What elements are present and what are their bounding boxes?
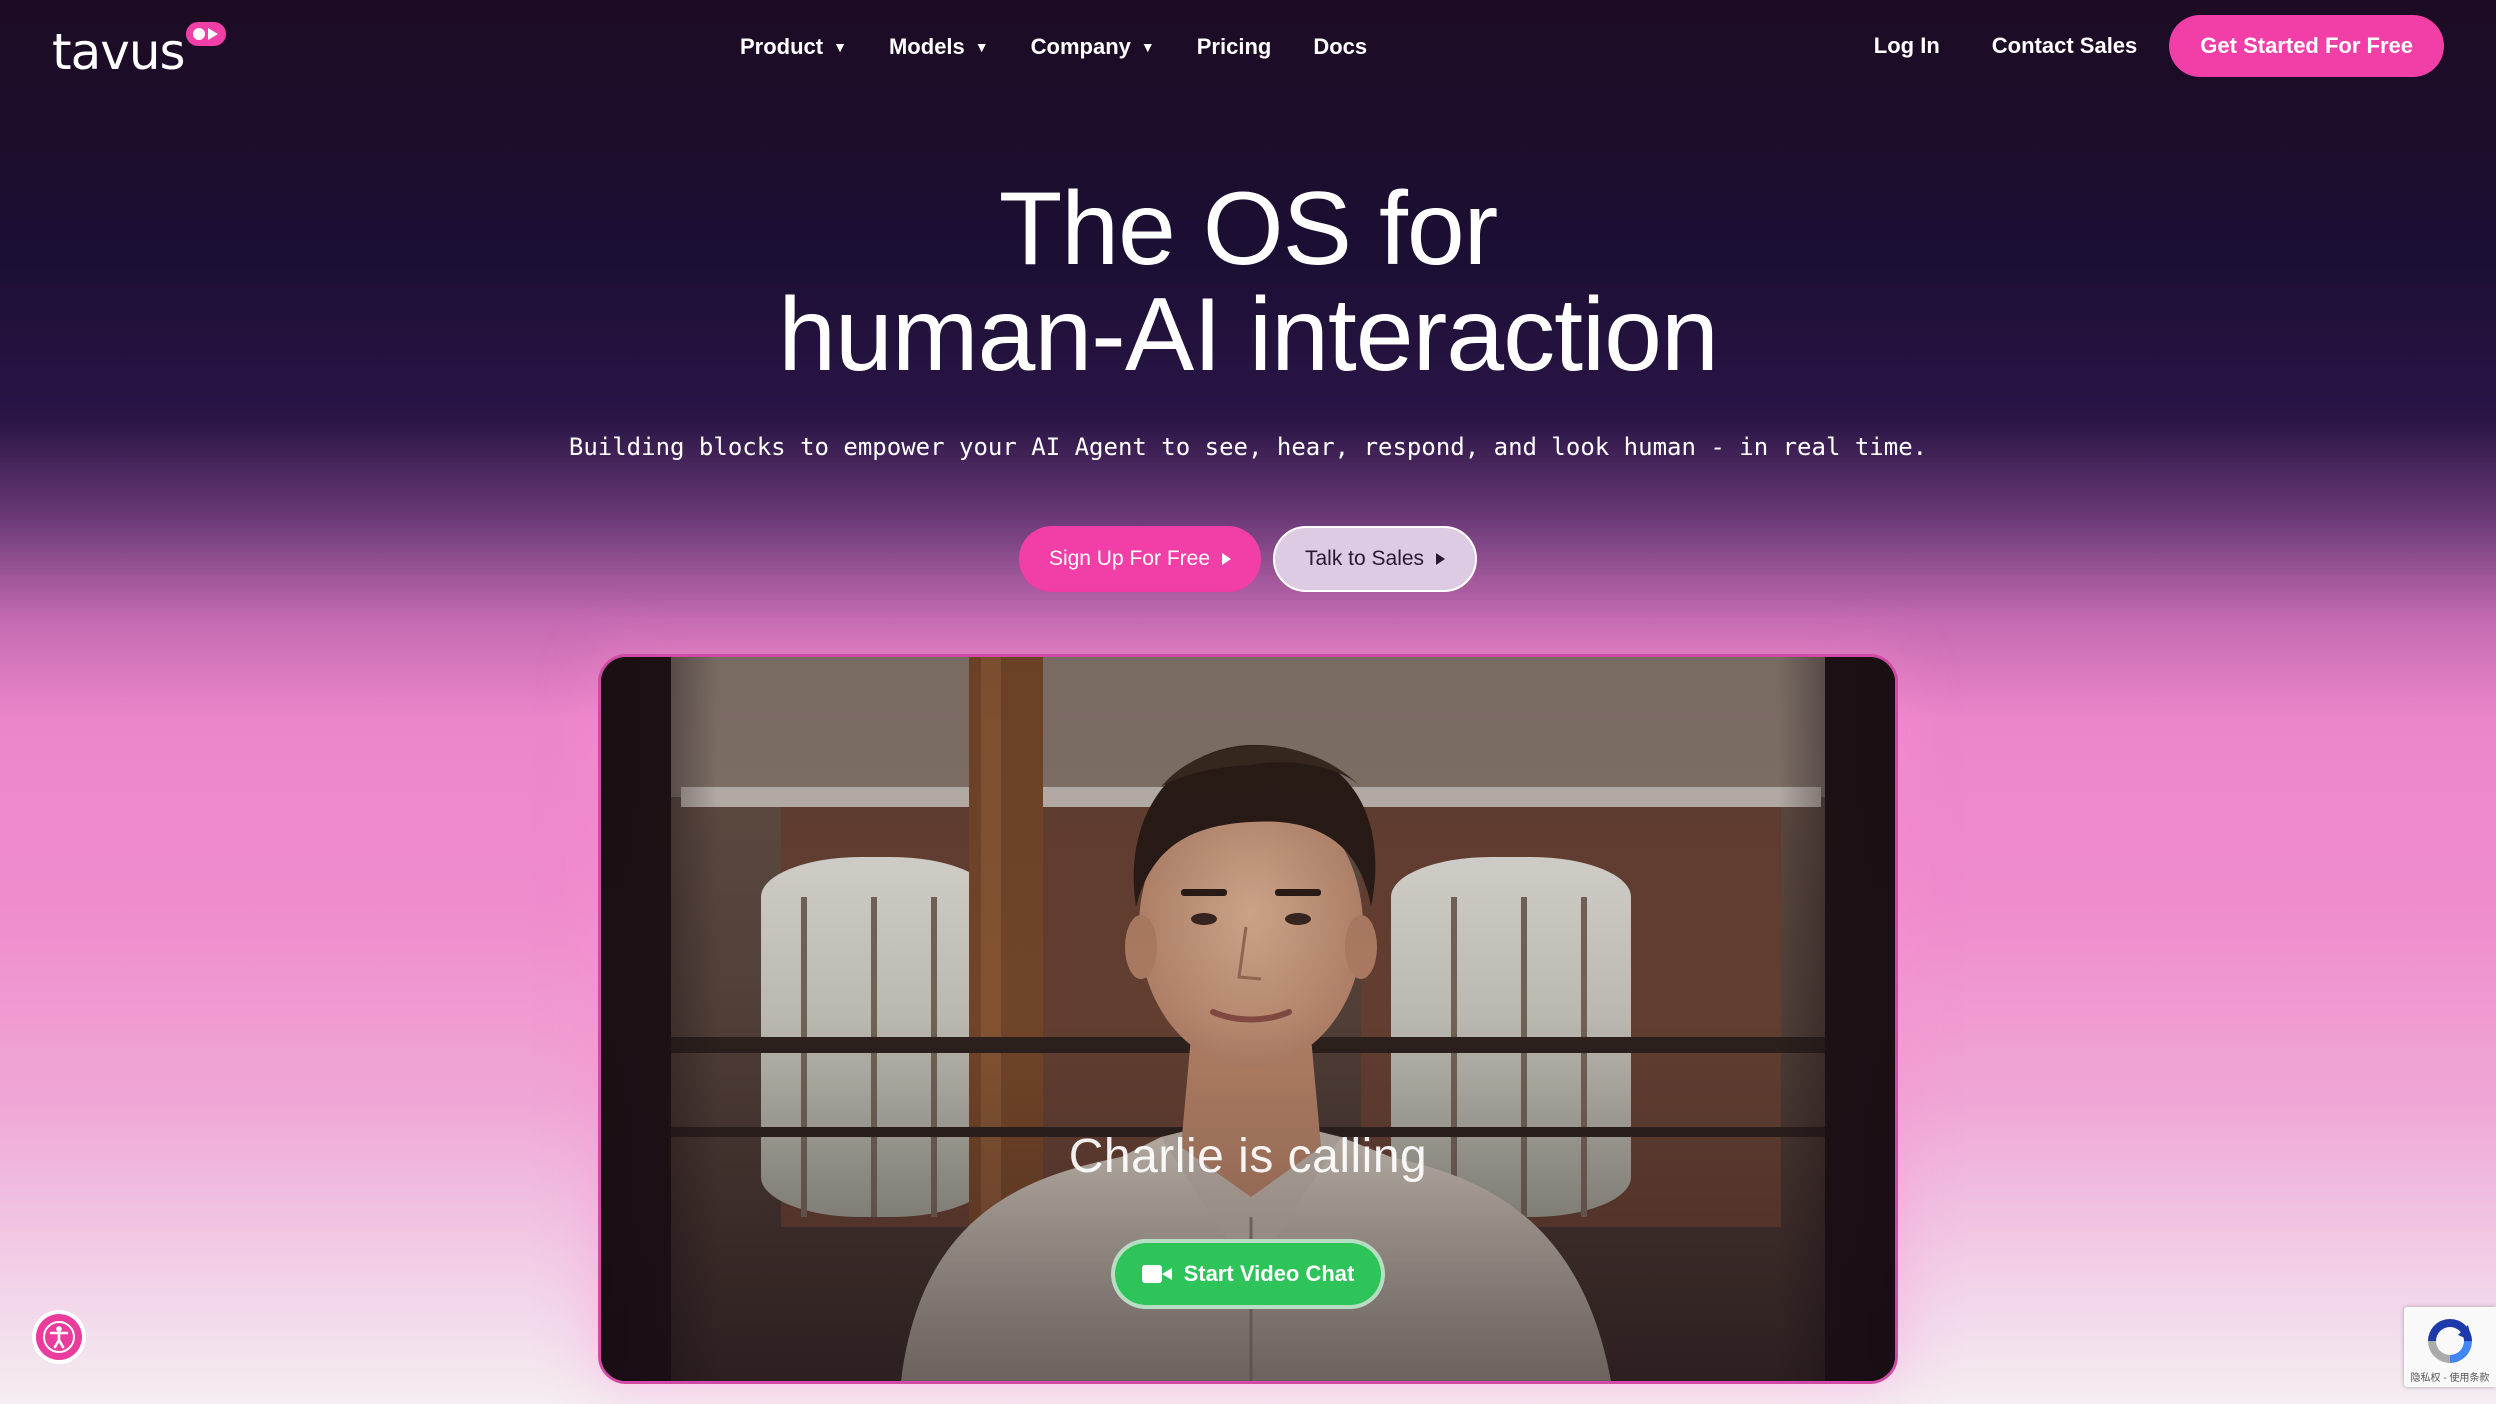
nav-item-label: Company bbox=[1030, 34, 1131, 59]
nav-item-company[interactable]: Company ▼ bbox=[1031, 28, 1155, 66]
nav-item-pricing[interactable]: Pricing bbox=[1197, 28, 1272, 66]
talk-to-sales-label: Talk to Sales bbox=[1305, 547, 1425, 570]
sign-up-label: Sign Up For Free bbox=[1048, 547, 1210, 570]
nav-item-models[interactable]: Models ▼ bbox=[889, 28, 989, 66]
caret-down-icon: ▼ bbox=[974, 39, 989, 55]
hero-subtitle: Building blocks to empower your AI Agent… bbox=[568, 433, 1928, 461]
start-video-chat-label: Start Video Chat bbox=[1183, 1261, 1355, 1286]
nav-item-product[interactable]: Product ▼ bbox=[740, 28, 847, 66]
recaptcha-badge[interactable]: 隐私权 - 使用条款 bbox=[2404, 1307, 2496, 1387]
nav-item-docs[interactable]: Docs bbox=[1313, 28, 1367, 66]
login-link[interactable]: Log In bbox=[1874, 33, 1940, 59]
get-started-button[interactable]: Get Started For Free bbox=[2169, 15, 2444, 77]
nav-item-label: Models bbox=[888, 34, 965, 59]
logo-wordmark: tavus bbox=[52, 23, 186, 81]
calling-status-text: Charlie is calling bbox=[1068, 1130, 1428, 1183]
caret-down-icon: ▼ bbox=[833, 39, 847, 55]
nav-right: Log In Contact Sales Get Started For Fre… bbox=[1874, 15, 2444, 77]
caret-down-icon: ▼ bbox=[1140, 39, 1155, 55]
play-arrow-icon bbox=[1436, 553, 1446, 565]
sign-up-button[interactable]: Sign Up For Free bbox=[1018, 526, 1261, 592]
top-nav: tavus Product ▼ Models ▼ Company ▼ Prici… bbox=[0, 0, 2496, 94]
recaptcha-links[interactable]: 隐私权 - 使用条款 bbox=[2404, 1369, 2496, 1384]
hero-title: The OS for human-AI interaction bbox=[0, 176, 2496, 388]
nav-item-label: Product bbox=[740, 34, 824, 59]
recaptcha-icon bbox=[2428, 1319, 2472, 1363]
logo-badge-icon bbox=[186, 22, 226, 46]
video-camera-icon bbox=[1141, 1265, 1172, 1283]
nav-links: Product ▼ Models ▼ Company ▼ Pricing Doc… bbox=[740, 28, 1367, 66]
accessibility-icon bbox=[36, 1314, 82, 1360]
nav-item-label: Docs bbox=[1313, 34, 1368, 59]
video-call-card[interactable]: Charlie is calling Start Video Chat bbox=[598, 654, 1898, 1384]
talk-to-sales-button[interactable]: Talk to Sales bbox=[1273, 526, 1478, 592]
contact-sales-link[interactable]: Contact Sales bbox=[1992, 33, 2138, 59]
nav-item-label: Pricing bbox=[1196, 34, 1272, 59]
play-arrow-icon bbox=[1222, 553, 1231, 565]
hero-cta-row: Sign Up For Free Talk to Sales bbox=[0, 526, 2496, 592]
tavus-logo[interactable]: tavus bbox=[52, 20, 232, 81]
hero-title-line1: The OS for bbox=[998, 171, 1499, 287]
start-video-chat-button[interactable]: Start Video Chat bbox=[1111, 1239, 1385, 1309]
hero-title-line2: human-AI interaction bbox=[778, 277, 1719, 393]
accessibility-button[interactable] bbox=[32, 1310, 86, 1364]
